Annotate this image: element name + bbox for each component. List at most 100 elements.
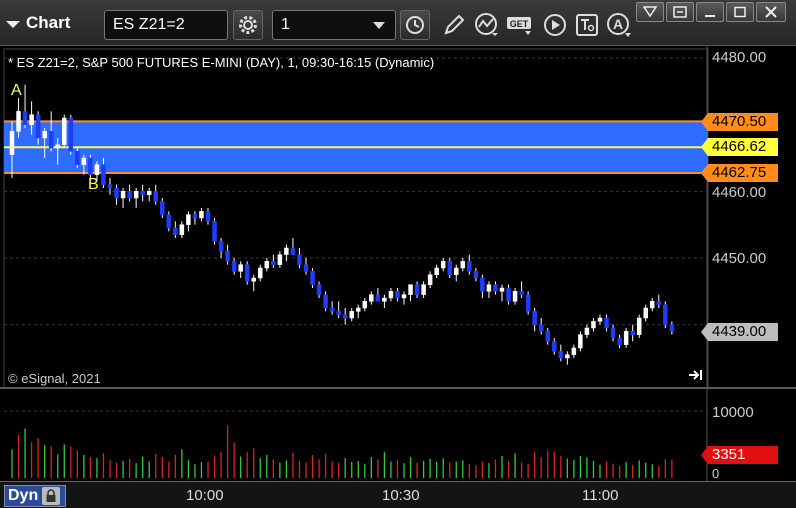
alert-button[interactable]: A: [604, 10, 634, 40]
candle-body: [578, 334, 583, 349]
interval-value: 1: [281, 16, 290, 33]
candle-body: [382, 297, 387, 302]
dynamic-mode-button[interactable]: Dyn: [4, 485, 66, 507]
candle-body: [460, 261, 466, 269]
svg-text:GET: GET: [510, 19, 529, 29]
close-button[interactable]: [756, 2, 786, 22]
candle-body: [107, 184, 113, 189]
time-label: 11:00: [582, 487, 619, 504]
candle-body: [218, 241, 224, 252]
dynamic-mode-label: Dyn: [8, 487, 39, 504]
time-label: 10:30: [382, 487, 420, 504]
candle-body: [75, 151, 80, 165]
close-icon: [765, 6, 777, 18]
candle-body: [656, 301, 662, 305]
candle-body: [81, 157, 87, 165]
volume-label: 0: [712, 466, 720, 481]
maximize-button[interactable]: [726, 2, 754, 22]
candle-body: [29, 114, 34, 125]
studies-button[interactable]: [472, 10, 502, 40]
pin-icon: [643, 6, 657, 18]
symbol-input[interactable]: ES Z21=2: [104, 10, 228, 40]
candle-body: [342, 314, 348, 319]
candle-body: [284, 247, 289, 255]
candle-body: [506, 287, 511, 302]
zone-high-tag: 4470.50: [701, 113, 778, 131]
candle-body: [316, 284, 322, 295]
candle-body: [486, 284, 492, 292]
candle-body: [565, 354, 570, 359]
candle-body: [467, 261, 472, 272]
candle-body: [120, 191, 126, 199]
candle-body: [323, 294, 328, 309]
candle-body: [584, 327, 590, 335]
dropdown-arrow-icon: [6, 20, 20, 28]
candle-body: [669, 324, 675, 332]
candle-body: [16, 111, 21, 132]
play-icon: [544, 14, 566, 36]
text-tool-button[interactable]: [572, 10, 602, 40]
candle-body: [512, 291, 518, 302]
settings-button[interactable]: [233, 10, 263, 40]
candle-body: [55, 144, 60, 149]
get-icon: GET: [507, 17, 531, 35]
candle-body: [636, 317, 642, 335]
time-label: 10:00: [186, 487, 224, 504]
time-axis[interactable]: Dyn 10:00 10:30 11:00: [0, 481, 796, 508]
annotation-b[interactable]: B: [88, 176, 99, 194]
candle-body: [179, 224, 185, 235]
candle-body: [22, 111, 28, 125]
candle-body: [9, 131, 15, 155]
candle-body: [212, 221, 217, 242]
candle-body: [329, 307, 335, 312]
candle-body: [623, 331, 629, 345]
minimize-button[interactable]: [696, 2, 724, 22]
annotation-a[interactable]: A: [11, 82, 22, 100]
candle-body: [388, 291, 394, 299]
volume-label: 10000: [712, 404, 754, 421]
zone-low-tag: 4462.75: [701, 164, 778, 182]
candle-body: [173, 227, 178, 235]
link-button[interactable]: [666, 2, 694, 22]
candle-body: [297, 254, 302, 265]
candle-body: [199, 211, 204, 219]
chart-background: [0, 46, 796, 481]
candle-body: [369, 294, 374, 302]
pencil-icon: [444, 14, 465, 35]
candle-body: [238, 264, 243, 272]
candle-body: [414, 284, 420, 295]
pin-button[interactable]: [636, 2, 664, 22]
candle-body: [356, 307, 361, 312]
price-label: 4460.00: [712, 184, 767, 201]
svg-text:A: A: [613, 16, 623, 32]
candle-body: [94, 164, 100, 175]
candle-body: [349, 311, 354, 319]
link-icon: [673, 6, 687, 18]
candle-body: [225, 251, 230, 262]
candle-body: [264, 261, 270, 269]
draw-button[interactable]: [439, 10, 469, 40]
get-data-button[interactable]: GET: [505, 10, 535, 40]
chart-toolbar: Chart ES Z21=2 1 GET A: [0, 0, 796, 46]
candle-body: [434, 267, 439, 275]
candle-body: [558, 351, 564, 359]
price-label: 4450.00: [712, 250, 767, 267]
candle-body: [271, 261, 276, 265]
price-chart-canvas[interactable]: [0, 46, 796, 481]
candle-body: [42, 131, 47, 139]
time-button[interactable]: [400, 10, 430, 40]
play-button[interactable]: [540, 10, 570, 40]
interval-select[interactable]: 1: [272, 10, 396, 40]
candle-body: [186, 214, 191, 225]
candle-body: [251, 277, 256, 282]
candle-body: [146, 191, 152, 195]
candle-body: [650, 301, 655, 309]
candle-body: [395, 291, 400, 299]
chart-menu-button[interactable]: Chart: [6, 10, 70, 36]
last-volume-tag: 3351: [701, 446, 778, 464]
candle-body: [231, 261, 237, 272]
candle-body: [48, 131, 54, 149]
candle-body: [192, 214, 198, 219]
minimize-icon: [705, 15, 715, 17]
candle-body: [493, 284, 498, 292]
